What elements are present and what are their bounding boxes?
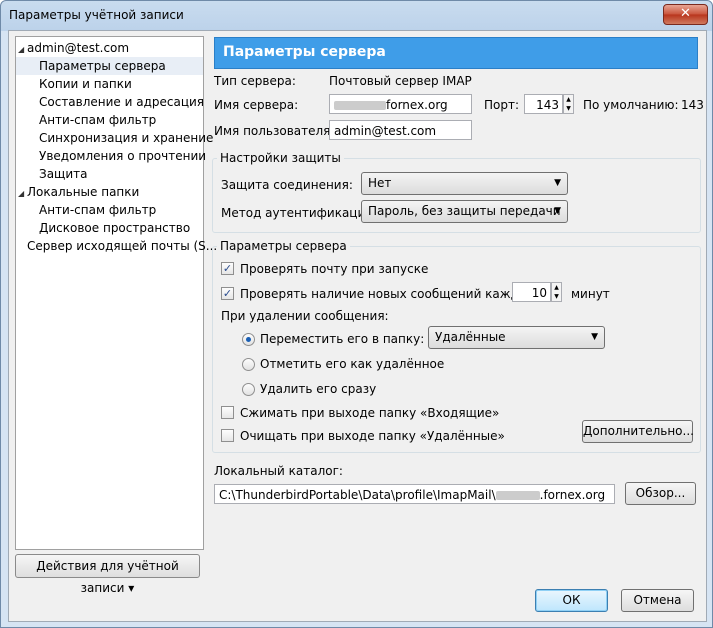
mark-deleted-label[interactable]: Отметить его как удалённое xyxy=(260,357,444,371)
server-settings-group-label: Параметры сервера xyxy=(217,239,350,253)
port-spinner[interactable]: ▲ ▼ xyxy=(563,94,574,114)
server-name-value: fornex.org xyxy=(386,98,448,112)
tree-item-label: Параметры сервера xyxy=(39,59,166,73)
compact-inbox-checkbox[interactable] xyxy=(221,406,234,419)
tree-item-label: Составление и адресация xyxy=(39,95,205,109)
tree-item-label: Анти-спам фильтр xyxy=(39,203,157,217)
check-interval-label[interactable]: Проверять наличие новых сообщений каждые xyxy=(240,287,536,301)
cancel-button[interactable]: Отмена xyxy=(621,589,694,612)
tree-item-server-settings[interactable]: Параметры сервера xyxy=(16,57,203,75)
server-name-field[interactable]: fornex.org xyxy=(329,94,472,114)
on-delete-label: При удалении сообщения: xyxy=(221,309,389,323)
account-tree: ◢ admin@test.com Параметры сервера Копии … xyxy=(15,36,217,550)
minutes-label: минут xyxy=(571,287,610,301)
connection-security-value: Нет xyxy=(368,176,392,190)
account-actions-button[interactable]: Действия для учётной записи ▾ xyxy=(15,554,200,595)
username-label: Имя пользователя: xyxy=(214,124,335,138)
check-startup-label[interactable]: Проверять почту при запуске xyxy=(240,262,428,276)
port-field[interactable]: 143 xyxy=(524,94,563,114)
compact-inbox-label[interactable]: Сжимать при выходе папку «Входящие» xyxy=(240,406,499,420)
tree-item-local-folders[interactable]: ◢ Локальные папки xyxy=(18,183,139,201)
advanced-button[interactable]: Дополнительно... xyxy=(582,420,694,443)
delete-now-radio[interactable] xyxy=(242,383,255,396)
interval-spinner[interactable]: ▲ ▼ xyxy=(551,282,562,302)
tree-item-label: Сервер исходящей почты (S... xyxy=(27,239,218,253)
check-interval-checkbox[interactable]: ✓ xyxy=(221,287,234,300)
connection-security-select[interactable]: Нет ▼ xyxy=(361,172,568,195)
close-button[interactable]: ✕ xyxy=(663,4,708,25)
browse-button[interactable]: Обзор... xyxy=(625,482,696,505)
tree-item-label: Уведомления о прочтении xyxy=(39,149,207,163)
redacted-text xyxy=(334,101,386,110)
delete-now-label[interactable]: Удалить его сразу xyxy=(260,382,376,396)
auth-method-label: Метод аутентификации: xyxy=(221,206,378,220)
local-directory-label: Локальный каталог: xyxy=(214,464,343,478)
combo-arrow-icon: ▼ xyxy=(554,206,561,216)
local-directory-path-prefix: C:\ThunderbirdPortable\Data\profile\Imap… xyxy=(219,488,496,502)
interval-field[interactable]: 10 xyxy=(512,282,551,302)
default-port-label: По умолчанию: xyxy=(583,98,679,112)
security-group-label: Настройки защиты xyxy=(217,151,344,165)
tree-item-security[interactable]: Защита xyxy=(39,165,88,183)
move-to-folder-radio[interactable] xyxy=(242,333,255,346)
combo-arrow-icon: ▼ xyxy=(591,332,598,342)
local-directory-path-suffix: .fornex.org xyxy=(539,488,606,502)
spin-down-icon[interactable]: ▼ xyxy=(554,293,559,300)
tree-item-account[interactable]: ◢ admin@test.com xyxy=(18,39,129,57)
default-port-value: 143 xyxy=(681,98,704,112)
account-actions-label: Действия для учётной записи xyxy=(36,559,179,595)
tree-item-composition[interactable]: Составление и адресация xyxy=(39,93,204,111)
trash-folder-select[interactable]: Удалённые ▼ xyxy=(428,326,605,349)
port-label: Порт: xyxy=(484,98,520,112)
tree-item-sync[interactable]: Синхронизация и хранение xyxy=(39,129,213,147)
connection-security-label: Защита соединения: xyxy=(221,178,353,192)
combo-arrow-icon: ▼ xyxy=(554,178,561,188)
page-banner: Параметры сервера xyxy=(214,37,698,69)
tree-item-smtp[interactable]: Сервер исходящей почты (S... xyxy=(27,237,217,255)
tree-item-receipts[interactable]: Уведомления о прочтении xyxy=(39,147,206,165)
mark-deleted-radio[interactable] xyxy=(242,358,255,371)
move-to-folder-label[interactable]: Переместить его в папку: xyxy=(260,332,424,346)
tree-item-copies-folders[interactable]: Копии и папки xyxy=(39,75,132,93)
title-bar: Параметры учётной записи ✕ xyxy=(1,1,712,29)
tree-item-label: admin@test.com xyxy=(27,41,130,55)
clean-trash-label[interactable]: Очищать при выходе папку «Удалённые» xyxy=(240,429,505,443)
username-field[interactable]: admin@test.com xyxy=(329,120,472,140)
local-directory-field[interactable]: C:\ThunderbirdPortable\Data\profile\Imap… xyxy=(214,484,615,504)
tree-item-label: Дисковое пространство xyxy=(39,221,191,235)
tree-item-label: Локальные папки xyxy=(27,185,140,199)
dialog-client: ◢ admin@test.com Параметры сервера Копии … xyxy=(8,30,707,622)
server-type-value: Почтовый сервер IMAP xyxy=(329,74,472,88)
trash-folder-value: Удалённые xyxy=(435,330,506,344)
window-title: Параметры учётной записи xyxy=(9,8,184,22)
spin-up-icon[interactable]: ▲ xyxy=(566,96,571,103)
spin-down-icon[interactable]: ▼ xyxy=(566,105,571,112)
redacted-text xyxy=(495,491,540,500)
server-name-label: Имя сервера: xyxy=(214,98,299,112)
check-startup-checkbox[interactable]: ✓ xyxy=(221,262,234,275)
tree-item-label: Копии и папки xyxy=(39,77,132,91)
clean-trash-checkbox[interactable] xyxy=(221,429,234,442)
tree-item-label: Синхронизация и хранение xyxy=(39,131,214,145)
dropdown-arrow-icon: ▾ xyxy=(128,581,135,595)
account-settings-window: Параметры учётной записи ✕ ◢ admin@test.c… xyxy=(0,0,713,628)
tree-item-disk-space[interactable]: Дисковое пространство xyxy=(39,219,190,237)
tree-item-label: Защита xyxy=(39,167,88,181)
expand-triangle-icon[interactable]: ◢ xyxy=(18,185,27,203)
auth-method-value: Пароль, без защиты передачи xyxy=(368,204,561,218)
page-title: Параметры сервера xyxy=(223,44,386,60)
auth-method-select[interactable]: Пароль, без защиты передачи ▼ xyxy=(361,200,568,223)
tree-item-label: Анти-спам фильтр xyxy=(39,113,157,127)
server-type-label: Тип сервера: xyxy=(214,74,296,88)
tree-item-junk[interactable]: Анти-спам фильтр xyxy=(39,111,156,129)
ok-button[interactable]: ОК xyxy=(535,589,608,612)
tree-item-local-junk[interactable]: Анти-спам фильтр xyxy=(39,201,156,219)
spin-up-icon[interactable]: ▲ xyxy=(554,284,559,291)
